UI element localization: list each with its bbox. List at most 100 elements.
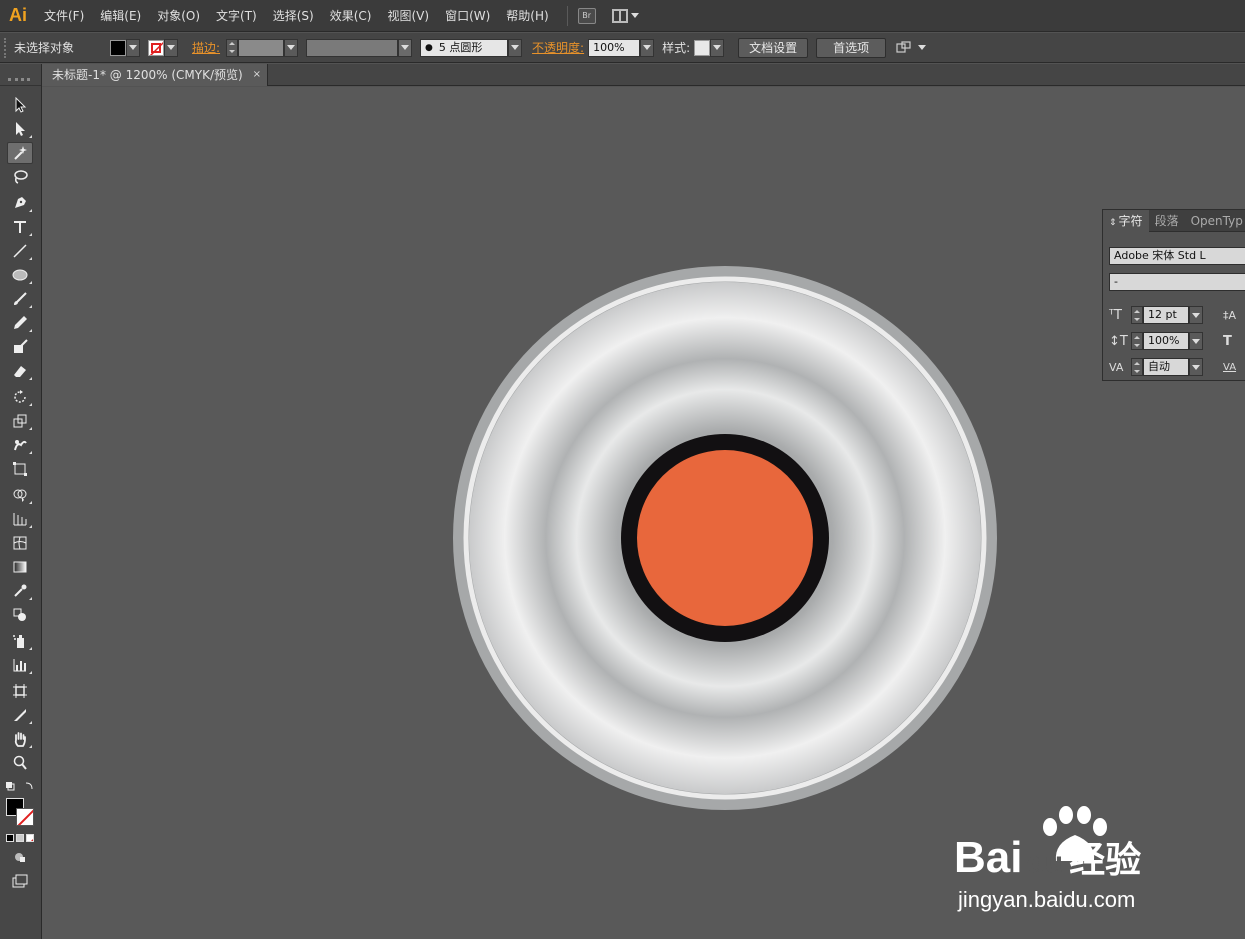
direct-selection-tool[interactable] xyxy=(7,118,33,140)
type-tool[interactable] xyxy=(7,216,33,238)
none-mode-icon[interactable] xyxy=(26,834,34,842)
stroke-color-control[interactable] xyxy=(148,38,178,57)
ellipse-tool[interactable] xyxy=(7,264,33,286)
rotate-tool[interactable] xyxy=(7,386,33,408)
menu-window[interactable]: 窗口(W) xyxy=(437,0,498,32)
scale-tool[interactable] xyxy=(7,410,33,432)
fill-stroke-swatches[interactable] xyxy=(6,798,36,828)
shape-builder-tool[interactable] xyxy=(7,484,33,506)
vertical-scale-field[interactable]: 100% xyxy=(1143,332,1189,350)
document-tab[interactable]: 未标题-1* @ 1200% (CMYK/预览) × xyxy=(42,64,268,86)
toolbox-header[interactable] xyxy=(0,64,41,86)
artboard-tool[interactable] xyxy=(7,680,33,702)
menu-effect[interactable]: 效果(C) xyxy=(322,0,380,32)
menu-type[interactable]: 文字(T) xyxy=(208,0,265,32)
stroke-color-swatch[interactable] xyxy=(16,808,34,826)
font-size-stepper[interactable] xyxy=(1131,306,1143,324)
panel-grip[interactable] xyxy=(4,37,8,58)
center-orange-circle[interactable] xyxy=(637,450,813,626)
style-dropdown[interactable] xyxy=(710,38,725,57)
fill-dropdown[interactable] xyxy=(126,38,140,57)
font-size-dropdown[interactable] xyxy=(1189,306,1203,324)
stroke-dropdown[interactable] xyxy=(164,38,178,57)
font-size-field[interactable]: 12 pt xyxy=(1143,306,1189,324)
vertical-scale-stepper[interactable] xyxy=(1131,332,1143,350)
line-segment-tool[interactable] xyxy=(7,240,33,262)
blob-brush-tool[interactable] xyxy=(7,336,33,358)
fill-color-control[interactable] xyxy=(110,38,140,57)
color-mode-icon[interactable] xyxy=(6,834,14,842)
gradient-mode-icon[interactable] xyxy=(16,834,24,842)
slice-tool[interactable] xyxy=(7,704,33,726)
tab-paragraph[interactable]: 段落 xyxy=(1149,210,1185,232)
hand-tool[interactable] xyxy=(7,728,33,750)
warp-tool[interactable] xyxy=(7,434,33,456)
opacity-dropdown[interactable] xyxy=(640,38,655,57)
fill-stroke-swap-controls[interactable] xyxy=(6,780,36,792)
paintbrush-tool[interactable] xyxy=(7,288,33,310)
arrange-menu[interactable] xyxy=(896,40,927,55)
brush-dropdown[interactable] xyxy=(508,38,523,57)
perspective-grid-tool[interactable] xyxy=(7,508,33,530)
scale-icon xyxy=(13,414,27,428)
column-graph-icon xyxy=(13,659,26,672)
eraser-tool[interactable] xyxy=(7,360,33,382)
kerning-field[interactable]: 自动 xyxy=(1143,358,1189,376)
menu-object[interactable]: 对象(O) xyxy=(149,0,208,32)
tab-character[interactable]: ⇕ 字符 xyxy=(1103,209,1149,232)
selection-arrow-icon xyxy=(15,97,27,113)
drawing-mode-button[interactable] xyxy=(7,846,33,868)
pen-tool[interactable] xyxy=(7,192,33,214)
brush-definition-field[interactable]: ● 5 点圆形 xyxy=(420,38,509,57)
selection-tool[interactable] xyxy=(7,94,33,116)
kerning-dropdown[interactable] xyxy=(1189,358,1203,376)
stroke-weight-stepper[interactable] xyxy=(226,38,239,57)
free-transform-tool[interactable] xyxy=(7,458,33,480)
color-mode-buttons[interactable] xyxy=(6,834,34,842)
stroke-label[interactable]: 描边: xyxy=(192,39,220,56)
mesh-tool[interactable] xyxy=(7,532,33,554)
bridge-icon[interactable]: Br xyxy=(577,7,596,24)
close-icon[interactable]: × xyxy=(253,64,261,86)
app-logo: Ai xyxy=(9,5,27,25)
lasso-tool[interactable] xyxy=(7,166,33,188)
magic-wand-tool[interactable] xyxy=(7,142,33,164)
screen-mode-button[interactable] xyxy=(7,870,33,892)
gradient-tool[interactable] xyxy=(7,556,33,578)
arrange-documents-icon xyxy=(611,8,628,23)
pencil-tool[interactable] xyxy=(7,312,33,334)
graphic-style-swatch[interactable] xyxy=(694,39,711,56)
variable-width-profile[interactable] xyxy=(306,38,399,57)
artboard-canvas[interactable]: Bai du 经验 jingyan.baidu.com xyxy=(42,87,1245,939)
column-graph-tool[interactable] xyxy=(7,654,33,676)
menu-select[interactable]: 选择(S) xyxy=(265,0,322,32)
draw-normal-icon xyxy=(15,853,25,862)
font-family-field[interactable]: Adobe 宋体 Std L xyxy=(1109,247,1245,265)
menu-file[interactable]: 文件(F) xyxy=(36,0,92,32)
gradient-icon xyxy=(13,561,27,573)
stroke-weight-field[interactable] xyxy=(238,38,285,57)
preferences-button[interactable]: 首选项 xyxy=(816,37,887,58)
kerning-stepper[interactable] xyxy=(1131,358,1143,376)
menu-view[interactable]: 视图(V) xyxy=(379,0,437,32)
stroke-swatch[interactable] xyxy=(148,39,164,56)
rotate-icon xyxy=(14,390,26,403)
vertical-scale-dropdown[interactable] xyxy=(1189,332,1203,350)
eyedropper-tool[interactable] xyxy=(7,580,33,602)
workspace-switcher[interactable] xyxy=(611,8,639,23)
document-setup-button[interactable]: 文档设置 xyxy=(738,37,809,58)
opacity-label[interactable]: 不透明度: xyxy=(532,39,584,56)
fill-swatch[interactable] xyxy=(110,39,126,56)
zoom-tool[interactable] xyxy=(7,752,33,774)
opacity-field[interactable]: 100% xyxy=(588,38,641,57)
menu-edit[interactable]: 编辑(E) xyxy=(92,0,149,32)
symbol-sprayer-tool[interactable] xyxy=(7,630,33,652)
document-tab-title: 未标题-1* @ 1200% (CMYK/预览) xyxy=(52,68,243,82)
tab-opentype[interactable]: OpenTyp xyxy=(1185,210,1245,232)
font-style-field[interactable]: - xyxy=(1109,273,1245,291)
blend-tool[interactable] xyxy=(7,604,33,626)
menu-help[interactable]: 帮助(H) xyxy=(498,0,556,32)
stroke-weight-dropdown[interactable] xyxy=(284,38,299,57)
profile-dropdown[interactable] xyxy=(398,38,413,57)
artboard-icon xyxy=(13,684,27,698)
